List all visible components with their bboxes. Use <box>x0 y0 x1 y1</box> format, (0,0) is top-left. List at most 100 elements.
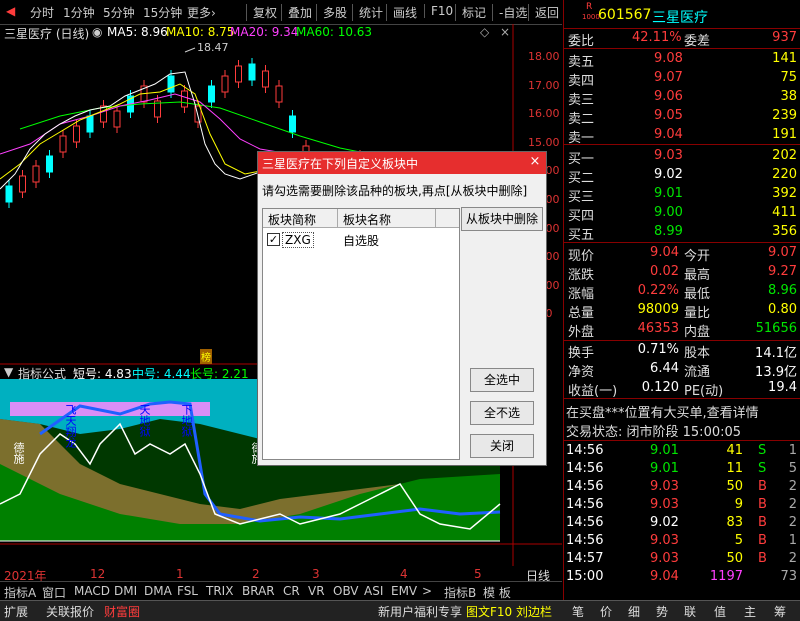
sell-level-row: 卖一 9.04 191 <box>564 126 800 146</box>
tab-macd[interactable]: MACD <box>74 584 110 598</box>
status-tab[interactable]: 细 <box>628 603 640 620</box>
tab-window[interactable]: 窗口 <box>42 584 66 601</box>
tick-count: 2 <box>788 479 797 494</box>
button-statistics[interactable]: 统计 <box>352 4 383 21</box>
tab-15min[interactable]: 15分钟 <box>143 4 182 21</box>
buy-volume: 220 <box>772 167 797 182</box>
buy-level-row: 买四 9.00 411 <box>564 204 800 224</box>
button-mark[interactable]: 标记 <box>455 4 486 21</box>
button-back[interactable]: 返回 <box>528 4 559 21</box>
dropdown-arrow-icon[interactable]: ▼ <box>4 365 13 379</box>
tab-5min[interactable]: 5分钟 <box>103 4 135 21</box>
dialog-close-button[interactable]: 关闭 <box>470 434 534 458</box>
stat-label: 股本 <box>684 346 711 361</box>
diamond-icon[interactable]: ◇ <box>480 25 489 39</box>
stat-value: 0.120 <box>641 380 679 395</box>
tabs-scroll-right-icon[interactable]: > <box>422 584 432 598</box>
close-chart-icon[interactable]: × <box>500 25 510 39</box>
tick-direction: B <box>758 533 767 548</box>
rank-badge[interactable]: 榜 <box>200 349 212 364</box>
button-multi-stock[interactable]: 多股 <box>316 4 347 21</box>
status-tab[interactable]: 价 <box>600 603 612 620</box>
tab-template[interactable]: 模 板 <box>483 584 511 601</box>
dialog-titlebar[interactable]: 三星医疗在下列自定义板块中 × <box>258 152 546 174</box>
ma60-label: MA60: 10.63 <box>296 25 373 39</box>
tick-row: 14:56 9.02 83 B 2 <box>564 514 800 533</box>
prev-icon[interactable]: ◀ <box>6 4 15 18</box>
stat-value: 98009 <box>637 302 679 317</box>
tab-fsl[interactable]: FSL <box>177 584 198 598</box>
tab-dma[interactable]: DMA <box>144 584 172 598</box>
status-tab[interactable]: 值 <box>714 603 726 620</box>
x-axis-label: 12 <box>90 567 106 581</box>
tab-indicator-b[interactable]: 指标B <box>444 584 476 601</box>
sell-price: 9.06 <box>654 89 683 104</box>
button-remove-self[interactable]: -自选 <box>492 4 527 21</box>
block-list-header: 板块简称 板块名称 <box>263 209 459 228</box>
tab-indicator-a[interactable]: 指标A <box>4 584 36 601</box>
tick-volume: 83 <box>726 515 743 530</box>
tab-vr[interactable]: VR <box>308 584 325 598</box>
tab-1min[interactable]: 1分钟 <box>63 4 95 21</box>
weicha-label: 委差 <box>684 34 711 49</box>
tab-emv[interactable]: EMV <box>391 584 417 598</box>
status-tab[interactable]: 筹 <box>774 603 786 620</box>
tick-time: 14:56 <box>566 497 604 512</box>
select-all-button[interactable]: 全选中 <box>470 368 534 392</box>
status-related-quotes[interactable]: 关联报价 <box>46 603 94 620</box>
weicha-value: 937 <box>772 30 797 45</box>
remove-from-block-button[interactable]: 从板块中删除 <box>461 207 543 231</box>
status-extend[interactable]: 扩展 <box>4 603 28 620</box>
tab-trix[interactable]: TRIX <box>206 584 233 598</box>
button-overlay[interactable]: 叠加 <box>281 4 312 21</box>
candle-body <box>208 85 215 103</box>
notice-row[interactable]: 在买盘***位置有大买单,查看详情 <box>564 401 800 421</box>
tick-count: 73 <box>780 569 797 584</box>
tick-time: 14:56 <box>566 515 604 530</box>
button-draw-line[interactable]: 画线 <box>386 4 417 21</box>
status-sidebar[interactable]: 刘边栏 <box>516 603 552 620</box>
stat-value: 13.9亿 <box>755 365 797 380</box>
status-new-user[interactable]: 新用户福利专享 <box>378 603 462 620</box>
close-icon[interactable]: × <box>527 154 543 170</box>
sell-price: 9.04 <box>654 127 683 142</box>
tick-count: 1 <box>788 533 797 548</box>
price-label: 17.00 <box>528 79 560 92</box>
block-checkbox[interactable]: ✓ <box>267 233 280 246</box>
stat-value: 8.96 <box>768 283 797 298</box>
status-tab[interactable]: 笔 <box>572 603 584 620</box>
button-f10[interactable]: F10 <box>424 4 453 18</box>
status-wealth-circle[interactable]: 财富圈 <box>104 603 140 620</box>
stat-value: 9.07 <box>768 245 797 260</box>
status-tab[interactable]: 势 <box>656 603 668 620</box>
status-tab[interactable]: 联 <box>684 603 696 620</box>
candle-body <box>86 115 94 133</box>
tab-intraday[interactable]: 分时 <box>30 4 54 21</box>
button-adjust[interactable]: 复权 <box>246 4 277 21</box>
stat-value: 9.04 <box>650 245 679 260</box>
candle-body <box>262 70 269 88</box>
tab-more[interactable]: 更多› <box>187 4 216 21</box>
buy-price: 9.03 <box>654 148 683 163</box>
stat-label: 现价 <box>568 249 595 264</box>
tab-asi[interactable]: ASI <box>364 584 383 598</box>
tab-obv[interactable]: OBV <box>333 584 359 598</box>
status-f10[interactable]: 图文F10 <box>466 603 512 620</box>
quote-stat-row: 涨跌 0.02 最高 9.27 <box>564 263 800 283</box>
block-list[interactable]: 板块简称 板块名称 ✓ ZXG 自选股 <box>262 208 460 460</box>
list-item[interactable]: ✓ ZXG 自选股 <box>263 230 459 250</box>
tab-brar[interactable]: BRAR <box>242 584 275 598</box>
sell-label: 卖四 <box>568 74 595 89</box>
tab-dmi[interactable]: DMI <box>114 584 137 598</box>
tick-count: 2 <box>788 497 797 512</box>
sell-level-row: 卖二 9.05 239 <box>564 107 800 127</box>
select-none-button[interactable]: 全不选 <box>470 401 534 425</box>
custom-block-dialog: 三星医疗在下列自定义板块中 × 请勾选需要删除该品种的板块,再点[从板块中删除]… <box>257 151 547 466</box>
stat-label: 收益(一) <box>568 384 618 399</box>
settings-icon[interactable]: ◉ <box>92 25 102 39</box>
tick-price: 9.04 <box>650 569 679 584</box>
tab-cr[interactable]: CR <box>283 584 300 598</box>
sell-level-row: 卖四 9.07 75 <box>564 69 800 89</box>
candle-body <box>181 90 188 108</box>
status-tab[interactable]: 主 <box>744 603 756 620</box>
